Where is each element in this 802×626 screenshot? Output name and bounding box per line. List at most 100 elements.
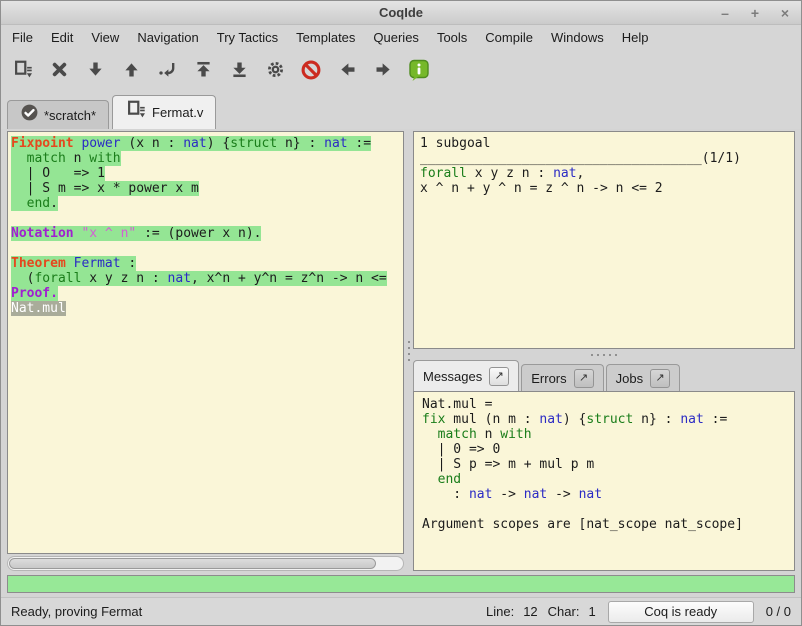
progress-bar	[7, 575, 795, 593]
next-button[interactable]	[365, 54, 401, 88]
minimize-button[interactable]: –	[717, 2, 733, 24]
close-icon	[49, 59, 70, 83]
code-line: Notation "x ^ n" := (power x n).	[11, 226, 401, 241]
file-tabbar: *scratch* Fermat.v	[1, 93, 801, 129]
window-controls: –+ ×	[717, 2, 793, 24]
menu-file[interactable]: File	[3, 27, 42, 48]
messages-tabbar: Messages ↗ Errors ↗ Jobs ↗	[413, 360, 795, 391]
main-split: Fixpoint power (x n : nat) {struct n} : …	[1, 129, 801, 571]
goal-counter: 0 / 0	[766, 604, 791, 619]
menu-compile[interactable]: Compile	[476, 27, 542, 48]
messages-pane: Nat.mul =fix mul (n m : nat) {struct n} …	[413, 391, 795, 571]
gear-icon	[265, 59, 286, 83]
code-line: ____________________________________(1/1…	[420, 151, 794, 166]
horizontal-splitter[interactable]	[413, 349, 795, 360]
menu-navigation[interactable]: Navigation	[128, 27, 207, 48]
code-line: (forall x y z n : nat, x^n + y^n = z^n -…	[11, 271, 401, 286]
menubar: FileEditViewNavigationTry TacticsTemplat…	[1, 25, 801, 49]
code-line: Proof.	[11, 286, 401, 301]
forward-one-command-button[interactable]	[77, 54, 113, 88]
menu-try-tactics[interactable]: Try Tactics	[208, 27, 287, 48]
vertical-splitter[interactable]	[404, 131, 413, 571]
code-line	[11, 211, 401, 226]
messages-notebook: Messages ↗ Errors ↗ Jobs ↗ Nat.mul =fix mul (…	[413, 360, 795, 571]
arrow-up-icon	[121, 59, 142, 83]
code-line: | O => 1	[11, 166, 401, 181]
code-line: x ^ n + y ^ n = z ^ n -> n <= 2	[420, 181, 794, 196]
arrow-down-icon	[85, 59, 106, 83]
about-button[interactable]	[401, 54, 437, 88]
go-to-end-button[interactable]	[221, 54, 257, 88]
statusbar: Ready, proving Fermat Line: 12 Char: 1 C…	[1, 597, 801, 625]
code-line	[11, 241, 401, 256]
previous-button[interactable]	[329, 54, 365, 88]
backward-one-command-button[interactable]	[113, 54, 149, 88]
code-line: : nat -> nat -> nat	[422, 487, 794, 502]
code-line: Nat.mul	[11, 301, 401, 316]
tab-errors[interactable]: Errors ↗	[521, 364, 603, 391]
script-editor[interactable]: Fixpoint power (x n : nat) {struct n} : …	[7, 131, 404, 554]
code-line: | 0 => 0	[422, 442, 794, 457]
restart-button[interactable]	[185, 54, 221, 88]
menu-templates[interactable]: Templates	[287, 27, 364, 48]
interrupt-button[interactable]	[293, 54, 329, 88]
code-line: Argument scopes are [nat_scope nat_scope…	[422, 517, 794, 532]
status-right: Line: 12 Char: 1 Coq is ready 0 / 0	[476, 601, 791, 623]
arrow-right-icon	[373, 59, 394, 83]
save-button[interactable]	[5, 54, 41, 88]
menu-tools[interactable]: Tools	[428, 27, 476, 48]
close-button[interactable]: ×	[777, 2, 793, 24]
tab-label: Jobs	[616, 371, 643, 386]
menu-help[interactable]: Help	[613, 27, 658, 48]
line-label: Line:	[486, 604, 514, 619]
code-line: | S m => x * power x m	[11, 181, 401, 196]
arrow-up-bar-icon	[193, 59, 214, 83]
tab-jobs[interactable]: Jobs ↗	[606, 364, 680, 391]
tab-fermat-v[interactable]: Fermat.v	[112, 95, 216, 129]
menu-windows[interactable]: Windows	[542, 27, 613, 48]
code-line: Fixpoint power (x n : nat) {struct n} : …	[11, 136, 401, 151]
info-bubble-icon	[407, 58, 431, 85]
titlebar[interactable]: CoqIde –+×	[1, 1, 801, 25]
tab-scratch[interactable]: *scratch*	[7, 100, 109, 129]
code-line: Theorem Fermat :	[11, 256, 401, 271]
menu-edit[interactable]: Edit	[42, 27, 82, 48]
scrollbar-thumb[interactable]	[9, 558, 376, 569]
code-line: Nat.mul =	[422, 397, 794, 412]
tab-messages[interactable]: Messages ↗	[413, 360, 519, 391]
char-label: Char:	[548, 604, 580, 619]
tab-label: *scratch*	[44, 108, 96, 123]
toolbar	[1, 49, 801, 93]
status-message: Ready, proving Fermat	[11, 604, 476, 619]
coq-status-button[interactable]: Coq is ready	[608, 601, 754, 623]
script-pane: Fixpoint power (x n : nat) {struct n} : …	[7, 131, 404, 571]
arrow-down-bar-icon	[229, 59, 250, 83]
detach-icon[interactable]: ↗	[574, 369, 594, 388]
right-column: 1 subgoal_______________________________…	[413, 131, 795, 571]
detach-icon[interactable]: ↗	[489, 367, 509, 386]
detach-icon[interactable]: ↗	[650, 369, 670, 388]
curve-arrow-icon	[157, 59, 178, 83]
progress-area	[1, 571, 801, 597]
tab-label: Errors	[531, 371, 566, 386]
menu-view[interactable]: View	[82, 27, 128, 48]
go-to-cursor-button[interactable]	[149, 54, 185, 88]
code-line: end.	[11, 196, 401, 211]
make-button[interactable]	[257, 54, 293, 88]
code-line: 1 subgoal	[420, 136, 794, 151]
code-line: | S p => m + mul p m	[422, 457, 794, 472]
no-entry-icon	[300, 59, 322, 84]
horizontal-scrollbar[interactable]	[7, 556, 404, 571]
code-line: match n with	[422, 427, 794, 442]
close-buffer-button[interactable]	[41, 54, 77, 88]
doc-down-icon	[125, 99, 147, 126]
menu-queries[interactable]: Queries	[364, 27, 428, 48]
code-line: end	[422, 472, 794, 487]
tab-label: Fermat.v	[152, 105, 203, 120]
line-value: 12	[523, 604, 537, 619]
tab-label: Messages	[423, 369, 482, 384]
code-line	[422, 502, 794, 517]
maximize-button[interactable]: +	[747, 2, 763, 24]
code-line: match n with	[11, 151, 401, 166]
doc-down-icon	[12, 59, 34, 84]
